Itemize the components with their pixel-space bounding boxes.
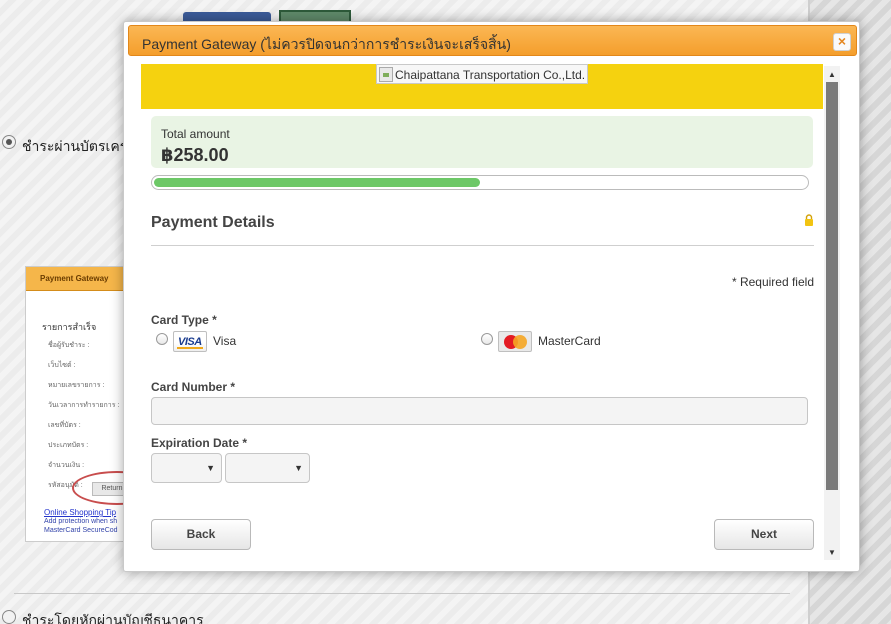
thumbnail-row: หมายเลขรายการ : xyxy=(48,382,105,389)
bank-account-option-radio[interactable] xyxy=(2,610,16,624)
dropdown-arrow-icon: ▼ xyxy=(206,463,215,473)
back-button[interactable]: Back xyxy=(151,519,251,550)
card-type-label: Card Type * xyxy=(151,313,217,327)
total-amount-box: Total amount ฿258.00 xyxy=(151,116,813,168)
thumbnail-row: เว็บไซต์ : xyxy=(48,362,76,369)
payment-details-title: Payment Details xyxy=(151,214,275,231)
thumbnail-row: จำนวนเงิน : xyxy=(48,462,85,469)
thumbnail-header: Payment Gateway xyxy=(26,267,134,291)
payment-progress-fill xyxy=(154,178,480,187)
thumbnail-row: ชื่อผู้รับชำระ : xyxy=(48,342,90,349)
visa-radio[interactable] xyxy=(156,333,168,345)
next-button[interactable]: Next xyxy=(714,519,814,550)
total-amount-label: Total amount xyxy=(161,127,230,141)
required-field-note: * Required field xyxy=(731,275,814,289)
visa-logo-icon: VISA xyxy=(173,331,207,352)
background-divider xyxy=(14,593,790,594)
total-amount-value: ฿258.00 xyxy=(161,145,229,165)
card-number-label: Card Number * xyxy=(151,380,236,394)
lock-icon xyxy=(805,214,813,226)
thumbnail-note: Add protection when sh xyxy=(44,518,118,525)
thumbnail-note: MasterCard SecureCod xyxy=(44,527,118,534)
thumbnail-shopping-tip-link: Online Shopping Tip xyxy=(44,508,117,517)
merchant-brand-bar: Chaipattana Transportation Co.,Ltd. xyxy=(141,64,823,109)
dialog-title: Payment Gateway (ไม่ควรปิดจนกว่าการชำระเ… xyxy=(142,36,511,52)
merchant-logo-image: Chaipattana Transportation Co.,Ltd. xyxy=(376,64,589,84)
mastercard-radio[interactable] xyxy=(481,333,493,345)
bank-account-option-label: ชำระโดยหักผ่านบัญชีธนาคาร xyxy=(22,612,204,624)
scrollbar-thumb[interactable] xyxy=(826,82,838,490)
thumbnail-title: รายการสำเร็จ xyxy=(42,322,97,332)
mastercard-option-label[interactable]: MasterCard xyxy=(538,334,601,348)
mastercard-logo-icon xyxy=(498,331,532,352)
visa-option-label[interactable]: Visa xyxy=(213,334,236,348)
payment-progress-bar xyxy=(151,175,809,190)
credit-card-option-radio[interactable] xyxy=(2,135,16,149)
close-icon[interactable]: × xyxy=(833,33,851,51)
dialog-body: Chaipattana Transportation Co.,Ltd. Tota… xyxy=(141,62,823,564)
mastercard-circle-orange xyxy=(513,335,527,349)
expiration-date-label: Expiration Date * xyxy=(151,436,248,450)
scroll-up-icon[interactable]: ▲ xyxy=(824,68,840,82)
expiry-year-select[interactable]: ▼ xyxy=(225,453,310,483)
payment-result-thumbnail: Payment Gateway รายการสำเร็จ ชื่อผู้รับช… xyxy=(25,266,135,542)
thumbnail-row: ประเภทบัตร : xyxy=(48,442,89,449)
scroll-down-icon[interactable]: ▼ xyxy=(824,546,840,560)
merchant-logo-alt-text: Chaipattana Transportation Co.,Ltd. xyxy=(395,67,586,82)
thumbnail-row: เลขที่บัตร : xyxy=(48,422,81,429)
card-number-input[interactable] xyxy=(151,397,808,425)
broken-image-icon xyxy=(379,67,393,82)
expiry-month-select[interactable]: ▼ xyxy=(151,453,222,483)
section-divider xyxy=(151,245,814,246)
dialog-scrollbar[interactable]: ▲ ▼ xyxy=(824,66,840,560)
thumbnail-row: วันเวลาการทำรายการ : xyxy=(48,402,120,409)
payment-gateway-dialog: Payment Gateway (ไม่ควรปิดจนกว่าการชำระเ… xyxy=(123,21,860,572)
dropdown-arrow-icon: ▼ xyxy=(294,463,303,473)
dialog-header: Payment Gateway (ไม่ควรปิดจนกว่าการชำระเ… xyxy=(128,25,857,56)
